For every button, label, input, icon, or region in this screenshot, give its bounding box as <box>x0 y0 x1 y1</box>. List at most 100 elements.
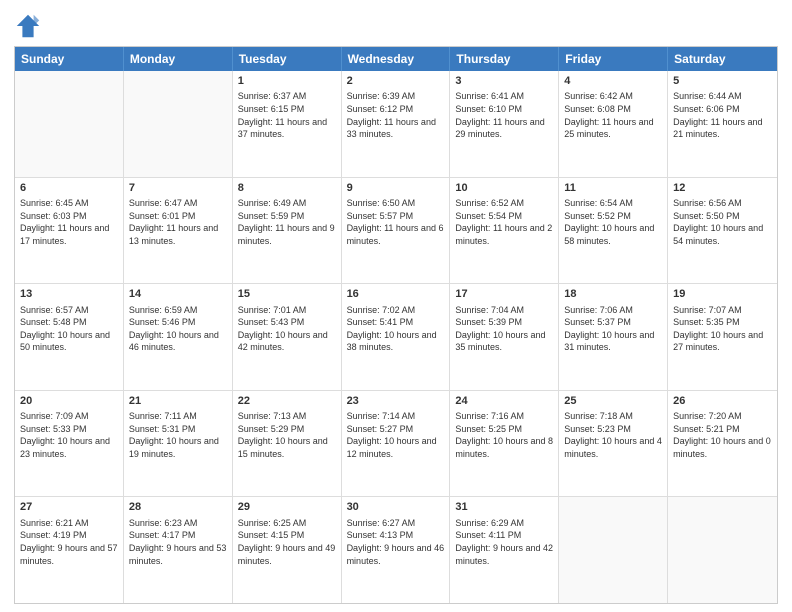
day-number: 18 <box>564 287 662 302</box>
header-cell-thursday: Thursday <box>450 47 559 71</box>
day-number: 6 <box>20 181 118 196</box>
day-cell-22: 22Sunrise: 7:13 AMSunset: 5:29 PMDayligh… <box>233 391 342 497</box>
cell-info: Sunrise: 6:54 AMSunset: 5:52 PMDaylight:… <box>564 197 662 247</box>
cell-info: Sunrise: 6:56 AMSunset: 5:50 PMDaylight:… <box>673 197 772 247</box>
day-number: 20 <box>20 394 118 409</box>
header-cell-monday: Monday <box>124 47 233 71</box>
day-cell-23: 23Sunrise: 7:14 AMSunset: 5:27 PMDayligh… <box>342 391 451 497</box>
cell-info: Sunrise: 7:01 AMSunset: 5:43 PMDaylight:… <box>238 304 336 354</box>
day-number: 16 <box>347 287 445 302</box>
cell-info: Sunrise: 6:44 AMSunset: 6:06 PMDaylight:… <box>673 90 772 140</box>
cell-info: Sunrise: 7:13 AMSunset: 5:29 PMDaylight:… <box>238 410 336 460</box>
cell-info: Sunrise: 6:37 AMSunset: 6:15 PMDaylight:… <box>238 90 336 140</box>
calendar-row-4: 20Sunrise: 7:09 AMSunset: 5:33 PMDayligh… <box>15 391 777 498</box>
calendar-header: SundayMondayTuesdayWednesdayThursdayFrid… <box>15 47 777 71</box>
day-cell-29: 29 Sunrise: 6:25 AMSunset: 4:15 PMDayligh… <box>233 497 342 603</box>
cell-info: Sunrise: 7:11 AMSunset: 5:31 PMDaylight:… <box>129 410 227 460</box>
cell-info: Sunrise: 6:45 AMSunset: 6:03 PMDaylight:… <box>20 197 118 247</box>
cell-info: Sunrise: 7:07 AMSunset: 5:35 PMDaylight:… <box>673 304 772 354</box>
cell-info: Sunrise: 7:06 AMSunset: 5:37 PMDaylight:… <box>564 304 662 354</box>
day-number: 13 <box>20 287 118 302</box>
cell-info: Sunrise: 7:09 AMSunset: 5:33 PMDaylight:… <box>20 410 118 460</box>
day-cell-3: 3Sunrise: 6:41 AMSunset: 6:10 PMDaylight… <box>450 71 559 177</box>
day-number: 1 <box>238 74 336 89</box>
day-cell-21: 21Sunrise: 7:11 AMSunset: 5:31 PMDayligh… <box>124 391 233 497</box>
empty-cell <box>559 497 668 603</box>
day-number: 19 <box>673 287 772 302</box>
cell-info: Sunrise: 7:20 AMSunset: 5:21 PMDaylight:… <box>673 410 772 460</box>
day-number: 2 <box>347 74 445 89</box>
day-number: 26 <box>673 394 772 409</box>
cell-info: Sunrise: 6:29 AMSunset: 4:11 PMDaylight:… <box>455 517 553 567</box>
day-cell-5: 5Sunrise: 6:44 AMSunset: 6:06 PMDaylight… <box>668 71 777 177</box>
day-cell-31: 31 Sunrise: 6:29 AMSunset: 4:11 PMDayligh… <box>450 497 559 603</box>
day-cell-27: 27Sunrise: 6:21 AMSunset: 4:19 PMDayligh… <box>15 497 124 603</box>
cell-info: Sunrise: 7:16 AMSunset: 5:25 PMDaylight:… <box>455 410 553 460</box>
cell-info: Sunrise: 6:47 AMSunset: 6:01 PMDaylight:… <box>129 197 227 247</box>
logo <box>14 12 46 40</box>
header-cell-tuesday: Tuesday <box>233 47 342 71</box>
empty-cell <box>124 71 233 177</box>
day-cell-16: 16 Sunrise: 7:02 AMSunset: 5:41 PMDayligh… <box>342 284 451 390</box>
cell-info: Sunrise: 6:49 AMSunset: 5:59 PMDaylight:… <box>238 197 336 247</box>
day-cell-6: 6Sunrise: 6:45 AMSunset: 6:03 PMDaylight… <box>15 178 124 284</box>
day-number: 8 <box>238 181 336 196</box>
day-cell-14: 14 Sunrise: 6:59 AMSunset: 5:46 PMDayligh… <box>124 284 233 390</box>
cell-info: Sunrise: 6:23 AMSunset: 4:17 PMDaylight:… <box>129 517 227 567</box>
day-number: 9 <box>347 181 445 196</box>
cell-info: Sunrise: 7:04 AMSunset: 5:39 PMDaylight:… <box>455 304 553 354</box>
header-cell-friday: Friday <box>559 47 668 71</box>
day-cell-1: 1Sunrise: 6:37 AMSunset: 6:15 PMDaylight… <box>233 71 342 177</box>
calendar-row-3: 13 Sunrise: 6:57 AMSunset: 5:48 PMDayligh… <box>15 284 777 391</box>
cell-info: Sunrise: 6:27 AMSunset: 4:13 PMDaylight:… <box>347 517 445 567</box>
day-cell-17: 17 Sunrise: 7:04 AMSunset: 5:39 PMDayligh… <box>450 284 559 390</box>
day-cell-8: 8Sunrise: 6:49 AMSunset: 5:59 PMDaylight… <box>233 178 342 284</box>
day-cell-13: 13 Sunrise: 6:57 AMSunset: 5:48 PMDayligh… <box>15 284 124 390</box>
day-cell-9: 9Sunrise: 6:50 AMSunset: 5:57 PMDaylight… <box>342 178 451 284</box>
day-number: 5 <box>673 74 772 89</box>
day-number: 25 <box>564 394 662 409</box>
day-number: 21 <box>129 394 227 409</box>
cell-info: Sunrise: 7:02 AMSunset: 5:41 PMDaylight:… <box>347 304 445 354</box>
empty-cell <box>668 497 777 603</box>
day-cell-20: 20Sunrise: 7:09 AMSunset: 5:33 PMDayligh… <box>15 391 124 497</box>
day-number: 17 <box>455 287 553 302</box>
day-number: 10 <box>455 181 553 196</box>
day-cell-24: 24Sunrise: 7:16 AMSunset: 5:25 PMDayligh… <box>450 391 559 497</box>
day-cell-15: 15 Sunrise: 7:01 AMSunset: 5:43 PMDayligh… <box>233 284 342 390</box>
header-cell-wednesday: Wednesday <box>342 47 451 71</box>
cell-info: Sunrise: 6:52 AMSunset: 5:54 PMDaylight:… <box>455 197 553 247</box>
cell-info: Sunrise: 6:57 AMSunset: 5:48 PMDaylight:… <box>20 304 118 354</box>
day-cell-7: 7Sunrise: 6:47 AMSunset: 6:01 PMDaylight… <box>124 178 233 284</box>
day-cell-11: 11Sunrise: 6:54 AMSunset: 5:52 PMDayligh… <box>559 178 668 284</box>
day-number: 3 <box>455 74 553 89</box>
day-cell-4: 4Sunrise: 6:42 AMSunset: 6:08 PMDaylight… <box>559 71 668 177</box>
day-number: 4 <box>564 74 662 89</box>
day-number: 12 <box>673 181 772 196</box>
day-cell-26: 26Sunrise: 7:20 AMSunset: 5:21 PMDayligh… <box>668 391 777 497</box>
header-cell-sunday: Sunday <box>15 47 124 71</box>
cell-info: Sunrise: 7:18 AMSunset: 5:23 PMDaylight:… <box>564 410 662 460</box>
day-number: 29 <box>238 500 336 515</box>
cell-info: Sunrise: 6:25 AMSunset: 4:15 PMDaylight:… <box>238 517 336 567</box>
cell-info: Sunrise: 6:59 AMSunset: 5:46 PMDaylight:… <box>129 304 227 354</box>
cell-info: Sunrise: 7:14 AMSunset: 5:27 PMDaylight:… <box>347 410 445 460</box>
day-number: 23 <box>347 394 445 409</box>
day-number: 28 <box>129 500 227 515</box>
day-cell-12: 12Sunrise: 6:56 AMSunset: 5:50 PMDayligh… <box>668 178 777 284</box>
calendar-row-5: 27Sunrise: 6:21 AMSunset: 4:19 PMDayligh… <box>15 497 777 603</box>
day-number: 31 <box>455 500 553 515</box>
day-number: 30 <box>347 500 445 515</box>
day-number: 14 <box>129 287 227 302</box>
day-cell-28: 28 Sunrise: 6:23 AMSunset: 4:17 PMDayligh… <box>124 497 233 603</box>
day-cell-30: 30 Sunrise: 6:27 AMSunset: 4:13 PMDayligh… <box>342 497 451 603</box>
day-number: 15 <box>238 287 336 302</box>
empty-cell <box>15 71 124 177</box>
day-cell-19: 19 Sunrise: 7:07 AMSunset: 5:35 PMDayligh… <box>668 284 777 390</box>
day-number: 11 <box>564 181 662 196</box>
day-cell-10: 10Sunrise: 6:52 AMSunset: 5:54 PMDayligh… <box>450 178 559 284</box>
calendar: SundayMondayTuesdayWednesdayThursdayFrid… <box>14 46 778 604</box>
header <box>14 12 778 40</box>
cell-info: Sunrise: 6:21 AMSunset: 4:19 PMDaylight:… <box>20 517 118 567</box>
header-cell-saturday: Saturday <box>668 47 777 71</box>
